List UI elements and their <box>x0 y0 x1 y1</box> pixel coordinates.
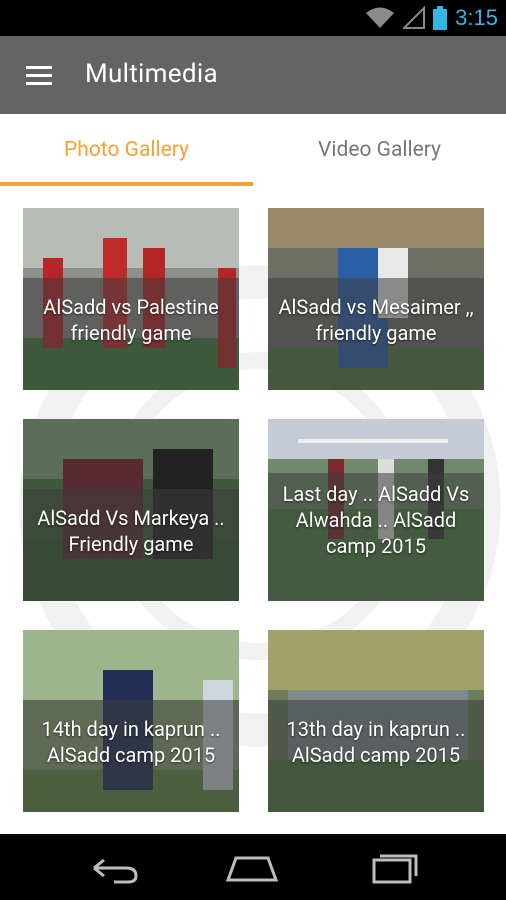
tab-bar: Photo Gallery Video Gallery <box>0 114 506 186</box>
gallery-card-title: 13th day in kaprun .. AlSadd camp 2015 <box>286 717 466 767</box>
battery-icon <box>433 6 448 30</box>
gallery-card-title: AlSadd vs Mesaimer ,, friendly game <box>278 295 474 345</box>
gallery-card-title: Last day .. AlSadd Vs Alwahda .. AlSadd … <box>282 482 470 558</box>
tab-video-gallery[interactable]: Video Gallery <box>253 114 506 186</box>
gallery-card[interactable]: 14th day in kaprun .. AlSadd camp 2015 <box>23 630 239 812</box>
signal-icon <box>403 6 426 29</box>
navigation-bar <box>0 834 506 900</box>
gallery-card-title: AlSadd vs Palestine friendly game <box>43 295 219 345</box>
gallery-card-title: 14th day in kaprun .. AlSadd camp 2015 <box>41 717 221 767</box>
tab-photo-gallery[interactable]: Photo Gallery <box>0 114 253 186</box>
gallery-card[interactable]: Last day .. AlSadd Vs Alwahda .. AlSadd … <box>268 419 484 601</box>
menu-icon[interactable] <box>26 66 52 86</box>
page-title: Multimedia <box>85 59 218 89</box>
gallery-card[interactable]: 13th day in kaprun .. AlSadd camp 2015 <box>268 630 484 812</box>
gallery-card-title: AlSadd Vs Markeya .. Friendly game <box>37 506 225 556</box>
recents-icon[interactable] <box>364 848 424 886</box>
wifi-icon <box>366 7 395 28</box>
gallery-card[interactable]: AlSadd vs Mesaimer ,, friendly game <box>268 208 484 390</box>
back-icon[interactable] <box>84 848 144 886</box>
gallery-card[interactable]: AlSadd vs Palestine friendly game <box>23 208 239 390</box>
app-bar: Multimedia <box>0 36 506 114</box>
status-bar: 3:15 <box>0 0 506 36</box>
status-time: 3:15 <box>455 5 498 30</box>
gallery-grid[interactable]: AlSadd vs Palestine friendly game AlSadd… <box>0 186 506 834</box>
gallery-card[interactable]: AlSadd Vs Markeya .. Friendly game <box>23 419 239 601</box>
home-icon[interactable] <box>222 848 282 886</box>
